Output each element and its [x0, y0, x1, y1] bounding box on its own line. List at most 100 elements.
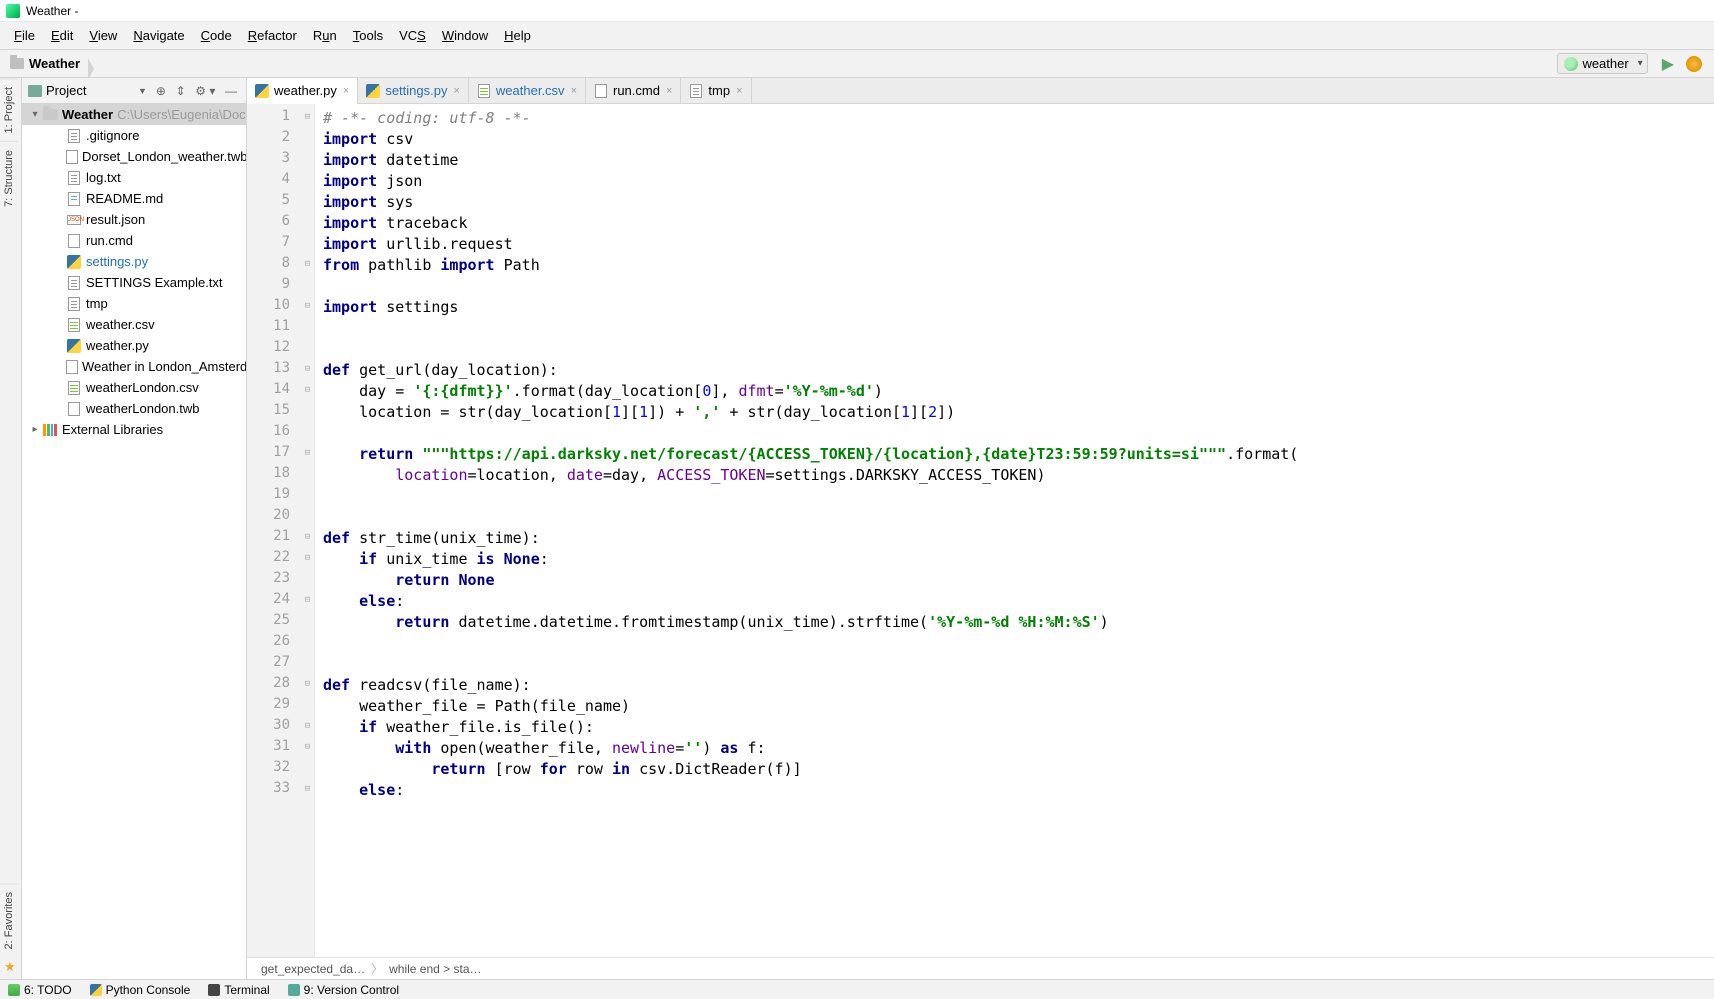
menu-file[interactable]: File — [6, 25, 43, 46]
close-icon[interactable]: × — [666, 85, 672, 97]
main-area: Project ▼ ⊕ ⇕ ⚙ ▾ — ▾ Weather C:\Users\E… — [22, 78, 1714, 979]
breadcrumb-root[interactable]: Weather — [6, 56, 88, 71]
crumb-item[interactable]: while end > sta… — [383, 962, 487, 976]
editor-tab[interactable]: weather.csv× — [469, 78, 586, 103]
fold-icon[interactable]: ⊟ — [305, 721, 310, 731]
editor-tab[interactable]: tmp× — [681, 78, 751, 103]
tree-root[interactable]: ▾ Weather C:\Users\Eugenia\Doc — [22, 104, 246, 125]
line-number: 15 — [247, 402, 314, 423]
tree-file-label: weatherLondon.twb — [86, 401, 199, 416]
fold-icon[interactable]: ⊟ — [305, 112, 310, 122]
line-number: 24⊟ — [247, 591, 314, 612]
menu-help[interactable]: Help — [496, 25, 539, 46]
expand-arrow-icon[interactable]: ▸ — [28, 424, 42, 435]
menu-code[interactable]: Code — [193, 25, 240, 46]
line-number: 8⊟ — [247, 255, 314, 276]
bottom-terminal[interactable]: Terminal — [208, 983, 269, 997]
tree-file[interactable]: weather.py — [22, 335, 246, 356]
bottom-python-console[interactable]: Python Console — [90, 983, 191, 997]
tree-file[interactable]: Weather in London_Amsterd — [22, 356, 246, 377]
tree-file[interactable]: SETTINGS Example.txt — [22, 272, 246, 293]
bottom-version-control[interactable]: 9: Version Control — [288, 983, 399, 997]
tree-file[interactable]: run.cmd — [22, 230, 246, 251]
line-number: 3 — [247, 150, 314, 171]
folder-icon — [10, 58, 24, 69]
file-icon — [67, 339, 81, 353]
close-icon[interactable]: × — [453, 85, 459, 97]
file-icon — [68, 171, 80, 185]
hide-icon[interactable]: — — [225, 84, 237, 98]
tree-file[interactable]: weather.csv — [22, 314, 246, 335]
crumb-item[interactable]: get_expected_da… — [255, 962, 371, 976]
app-icon — [6, 4, 20, 18]
debug-button[interactable] — [1686, 56, 1702, 72]
fold-icon[interactable]: ⊟ — [305, 364, 310, 374]
tree-file[interactable]: JSONresult.json — [22, 209, 246, 230]
left-tab-project[interactable]: 1: Project — [0, 78, 18, 141]
collapse-icon[interactable]: ⇕ — [176, 84, 186, 98]
tree-file[interactable]: weatherLondon.csv — [22, 377, 246, 398]
fold-icon[interactable]: ⊟ — [305, 742, 310, 752]
run-button[interactable]: ▶ — [1662, 54, 1674, 74]
tree-file[interactable]: weatherLondon.twb — [22, 398, 246, 419]
fold-icon[interactable]: ⊟ — [305, 385, 310, 395]
line-number: 29 — [247, 696, 314, 717]
tree-file[interactable]: README.md — [22, 188, 246, 209]
file-icon — [66, 150, 78, 164]
file-icon — [366, 84, 380, 98]
menu-vcs[interactable]: VCS — [391, 25, 434, 46]
editor-tab[interactable]: weather.py× — [247, 78, 358, 104]
bottom-todo[interactable]: 6: TODO — [8, 983, 72, 997]
tree-file[interactable]: Dorset_London_weather.twb — [22, 146, 246, 167]
tree-file[interactable]: .gitignore — [22, 125, 246, 146]
fold-icon[interactable]: ⊟ — [305, 301, 310, 311]
tree-file[interactable]: settings.py — [22, 251, 246, 272]
settings-gear-icon[interactable]: ⚙ ▾ — [195, 84, 215, 98]
expand-arrow-icon[interactable]: ▾ — [28, 109, 42, 120]
tree-external-libs[interactable]: ▸ External Libraries — [22, 419, 246, 440]
editor-tab[interactable]: run.cmd × — [586, 78, 681, 103]
fold-icon[interactable]: ⊟ — [305, 532, 310, 542]
menu-edit[interactable]: Edit — [43, 25, 81, 46]
close-icon[interactable]: × — [571, 85, 577, 97]
menu-run[interactable]: Run — [305, 25, 345, 46]
close-icon[interactable]: × — [736, 85, 742, 97]
fold-icon[interactable]: ⊟ — [305, 784, 310, 794]
menu-view[interactable]: View — [81, 25, 125, 46]
left-tab-structure[interactable]: 7: Structure — [0, 141, 18, 215]
fold-icon[interactable]: ⊟ — [305, 448, 310, 458]
menu-tools[interactable]: Tools — [345, 25, 391, 46]
python-run-icon — [1564, 57, 1578, 71]
fold-icon[interactable]: ⊟ — [305, 553, 310, 563]
menu-navigate[interactable]: Navigate — [125, 25, 192, 46]
tree-file[interactable]: log.txt — [22, 167, 246, 188]
run-config-selector[interactable]: weather — [1557, 53, 1647, 74]
locate-icon[interactable]: ⊕ — [156, 84, 166, 98]
editor-breadcrumb: get_expected_da… 〉 while end > sta… — [247, 957, 1714, 979]
file-icon — [68, 192, 80, 206]
fold-icon[interactable]: ⊟ — [305, 259, 310, 269]
project-view-dropdown[interactable]: ▼ — [138, 86, 147, 96]
window-title: Weather - — [26, 4, 78, 18]
menu-refactor[interactable]: Refactor — [240, 25, 305, 46]
code-editor[interactable]: # -*- coding: utf-8 -*- import csv impor… — [315, 104, 1714, 957]
title-bar: Weather - — [0, 0, 1714, 22]
editor-tab[interactable]: settings.py× — [358, 78, 469, 103]
run-config-label: weather — [1582, 56, 1628, 71]
project-tree[interactable]: ▾ Weather C:\Users\Eugenia\Doc .gitignor… — [22, 104, 246, 979]
tree-file[interactable]: tmp — [22, 293, 246, 314]
tab-label: run.cmd — [613, 83, 660, 98]
line-number: 27 — [247, 654, 314, 675]
fold-icon[interactable]: ⊟ — [305, 679, 310, 689]
project-tw-title: Project — [46, 83, 132, 98]
line-number: 16 — [247, 423, 314, 444]
fold-icon[interactable]: ⊟ — [305, 595, 310, 605]
line-number: 7 — [247, 234, 314, 255]
close-icon[interactable]: × — [343, 85, 349, 97]
todo-icon — [8, 984, 20, 996]
menu-window[interactable]: Window — [434, 25, 496, 46]
file-icon — [67, 255, 81, 269]
left-tab-favorites[interactable]: 2: Favorites — [0, 883, 18, 957]
file-icon — [68, 381, 80, 395]
file-icon — [66, 360, 78, 374]
